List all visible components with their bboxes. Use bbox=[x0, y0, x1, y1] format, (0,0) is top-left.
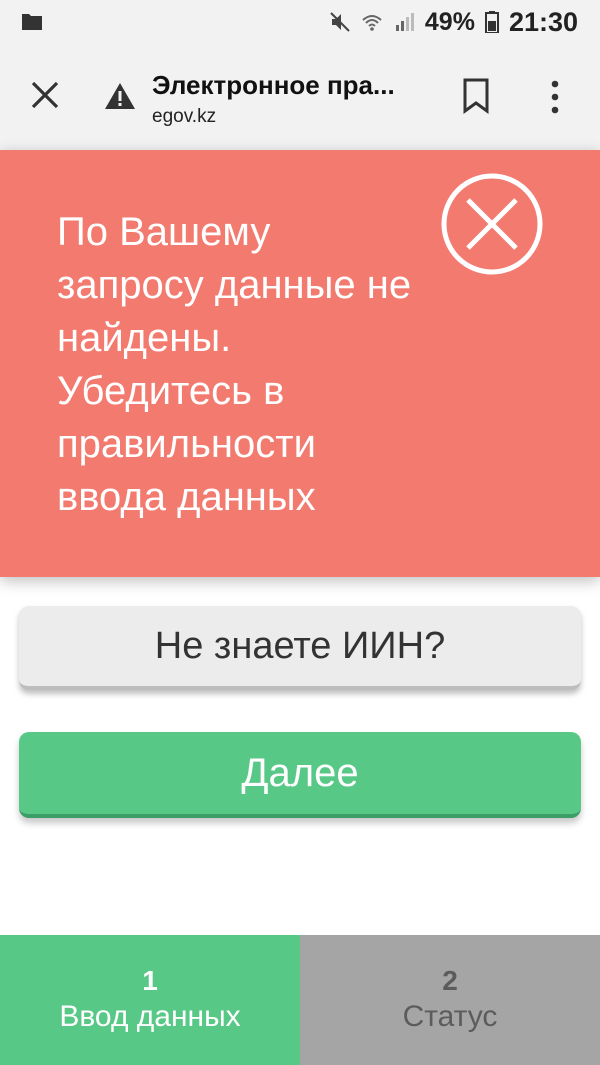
status-bar: 49% 21:30 bbox=[0, 0, 600, 44]
battery-percent: 49% bbox=[424, 7, 475, 36]
error-banner: По Вашему запросу данные не найдены. Убе… bbox=[0, 150, 600, 577]
step-label: Ввод данных bbox=[59, 1000, 241, 1033]
wifi-icon bbox=[362, 15, 382, 31]
error-message: По Вашему запросу данные не найдены. Убе… bbox=[57, 210, 412, 519]
step-status[interactable]: 2 Статус bbox=[300, 935, 600, 1065]
step-label: Статус bbox=[402, 1000, 498, 1033]
browser-toolbar: Электронное пра... egov.kz bbox=[0, 44, 600, 152]
status-indicators: 49% 21:30 bbox=[329, 0, 578, 44]
step-indicator: 1 Ввод данных 2 Статус bbox=[0, 935, 600, 1065]
clock: 21:30 bbox=[508, 6, 578, 37]
signal-icon bbox=[395, 13, 414, 31]
page-domain: egov.kz bbox=[152, 106, 217, 127]
error-circle-x-icon bbox=[441, 173, 543, 275]
warning-icon[interactable] bbox=[104, 82, 136, 110]
dont-know-iin-button[interactable]: Не знаете ИИН? bbox=[19, 606, 581, 690]
step-number: 2 bbox=[442, 965, 458, 996]
step-data-entry[interactable]: 1 Ввод данных bbox=[0, 935, 300, 1065]
folder-icon bbox=[22, 14, 42, 30]
step-number: 1 bbox=[142, 965, 158, 996]
page-title: Электронное пра... bbox=[152, 70, 395, 100]
mute-icon bbox=[330, 12, 350, 32]
close-icon[interactable] bbox=[30, 80, 60, 110]
bookmark-icon[interactable] bbox=[462, 78, 490, 114]
next-button[interactable]: Далее bbox=[19, 732, 581, 818]
battery-icon bbox=[484, 11, 499, 33]
more-vert-icon[interactable] bbox=[550, 80, 560, 114]
